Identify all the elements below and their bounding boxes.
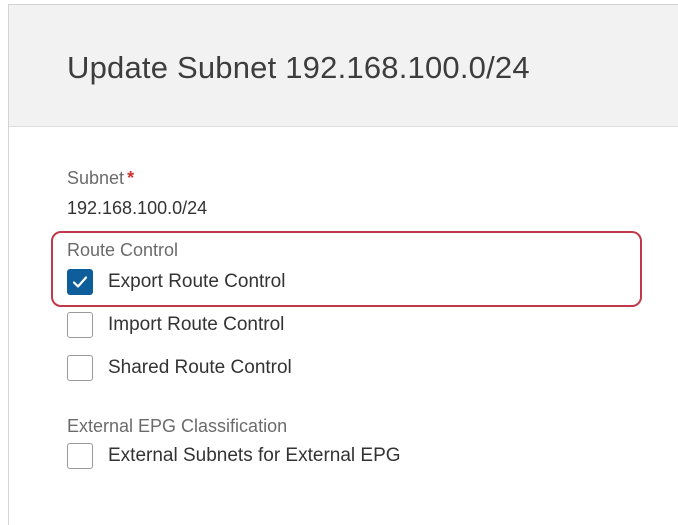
subnet-value: 192.168.100.0/24	[67, 198, 208, 218]
export-route-control-option[interactable]: Export Route Control	[67, 269, 285, 295]
external-subnets-checkbox[interactable]	[67, 443, 93, 469]
external-epg-label: External EPG Classification	[67, 416, 288, 436]
external-subnets-option[interactable]: External Subnets for External EPG	[67, 443, 401, 469]
checkmark-icon	[72, 276, 88, 288]
import-route-control-option[interactable]: Import Route Control	[67, 312, 284, 338]
external-subnets-label: External Subnets for External EPG	[108, 445, 401, 466]
subnet-label-group: Subnet *	[67, 168, 134, 189]
export-route-control-label: Export Route Control	[108, 271, 286, 292]
shared-route-control-label: Shared Route Control	[108, 357, 292, 378]
subnet-label: Subnet	[67, 168, 125, 188]
dialog-header: Update Subnet 192.168.100.0/24	[9, 5, 678, 127]
shared-route-control-checkbox[interactable]	[67, 355, 93, 381]
dialog-title: Update Subnet 192.168.100.0/24	[67, 50, 530, 85]
required-marker: *	[127, 168, 135, 188]
update-subnet-dialog: Update Subnet 192.168.100.0/24 Subnet * 1…	[8, 4, 678, 525]
import-route-control-checkbox[interactable]	[67, 312, 93, 338]
import-route-control-label: Import Route Control	[108, 314, 285, 335]
shared-route-control-option[interactable]: Shared Route Control	[67, 355, 292, 381]
route-control-label: Route Control	[67, 240, 179, 260]
export-route-control-checkbox[interactable]	[67, 269, 93, 295]
